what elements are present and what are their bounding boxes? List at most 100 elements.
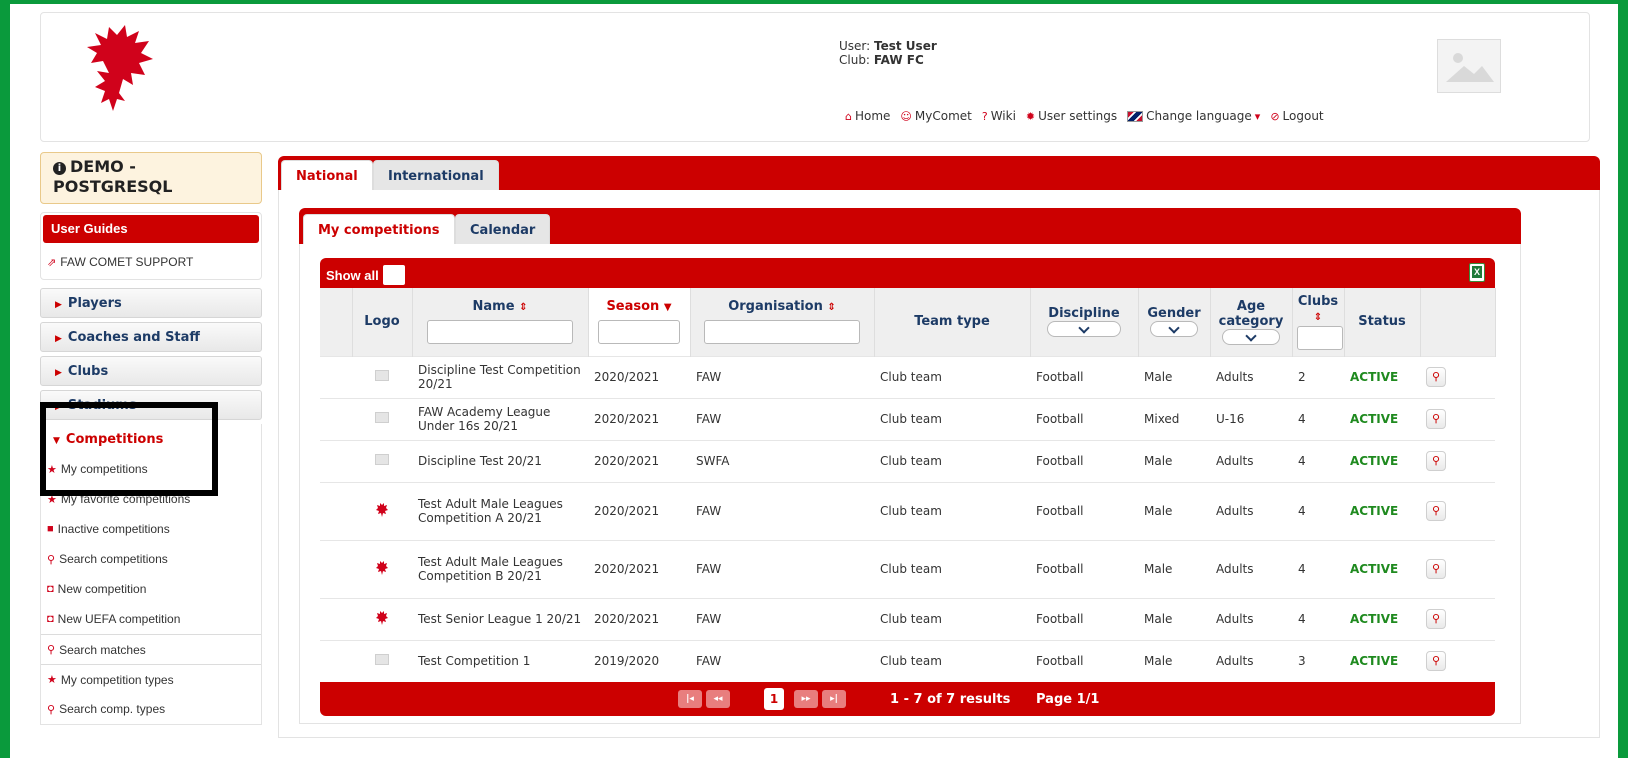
view-competition-button[interactable]: ⚲ bbox=[1426, 409, 1446, 429]
row-season: 2020/2021 bbox=[588, 439, 690, 482]
col-name[interactable]: Name ⇕ bbox=[412, 288, 589, 356]
gender-filter-select[interactable] bbox=[1150, 321, 1198, 338]
row-season: 2019/2020 bbox=[588, 639, 690, 682]
side-new-competition[interactable]: ◘ New competition bbox=[41, 574, 261, 604]
page-canvas: User: Test User Club: FAW FC ⌂ Home ☺ MyCo… bbox=[10, 4, 1618, 758]
competitions-section: ▼ Competitions ★ My competitions ★ My favor… bbox=[40, 424, 262, 725]
col-organisation[interactable]: Organisation ⇕ bbox=[690, 288, 875, 356]
clubs-filter-input[interactable] bbox=[1296, 325, 1343, 350]
row-clubs: 3 bbox=[1292, 639, 1344, 682]
competitions-table: Logo Name ⇕ Season ▼ Organisation ⇕ Team… bbox=[320, 288, 1496, 682]
table-row[interactable]: Test Competition 1 2019/2020 FAW Club team F… bbox=[320, 639, 1495, 682]
row-season: 2020/2021 bbox=[588, 355, 690, 398]
prev-page-button[interactable]: ◂◂ bbox=[706, 690, 730, 708]
tab-my-competitions[interactable]: My competitions bbox=[303, 214, 455, 244]
row-actions: ⚲ bbox=[1420, 439, 1495, 482]
row-age-category: Adults bbox=[1210, 639, 1292, 682]
row-age-category: Adults bbox=[1210, 597, 1292, 640]
tab-national[interactable]: National bbox=[281, 160, 373, 190]
view-competition-button[interactable]: ⚲ bbox=[1426, 559, 1446, 579]
row-clubs: 4 bbox=[1292, 539, 1344, 598]
competitions-grid: Show all Logo Name ⇕ Season ▼ bbox=[320, 258, 1496, 716]
side-my-competitions[interactable]: ★ My competitions bbox=[41, 454, 261, 484]
nav-mycomet[interactable]: ☺ MyComet bbox=[900, 109, 971, 123]
home-icon: ⌂ bbox=[845, 109, 852, 123]
view-competition-button[interactable]: ⚲ bbox=[1426, 501, 1446, 521]
menu-players[interactable]: ▶ Players bbox=[40, 288, 262, 318]
nav-logout[interactable]: ⊘ Logout bbox=[1270, 109, 1323, 123]
faw-dragon-logo-icon bbox=[376, 502, 388, 517]
season-filter-input[interactable] bbox=[598, 320, 680, 345]
col-status: Status bbox=[1344, 288, 1421, 356]
next-page-button[interactable]: ▸▸ bbox=[794, 690, 818, 708]
current-page-button[interactable]: 1 bbox=[764, 688, 784, 710]
row-name: Test Adult Male Leagues Competition A 20… bbox=[412, 481, 588, 540]
organisation-filter-input[interactable] bbox=[704, 320, 860, 345]
view-competition-button[interactable]: ⚲ bbox=[1426, 451, 1446, 471]
nav-change-language[interactable]: Change language ▾ bbox=[1127, 109, 1260, 123]
last-page-button[interactable]: ▸| bbox=[822, 690, 846, 708]
col-gender[interactable]: Gender bbox=[1138, 288, 1211, 356]
nav-user-settings[interactable]: ✹ User settings bbox=[1026, 109, 1117, 123]
table-row[interactable]: Test Adult Male Leagues Competition B 20… bbox=[320, 539, 1495, 598]
tab-international[interactable]: International bbox=[373, 160, 499, 190]
menu-clubs[interactable]: ▶ Clubs bbox=[40, 356, 262, 386]
side-my-competition-types[interactable]: ★ My competition types bbox=[41, 664, 261, 694]
page-indicator: Page 1/1 bbox=[1036, 692, 1100, 707]
col-discipline[interactable]: Discipline bbox=[1030, 288, 1139, 356]
row-organisation: FAW bbox=[690, 355, 874, 398]
row-gender: Male bbox=[1138, 439, 1210, 482]
user-guides-box: User Guides ⇗ FAW COMET SUPPORT bbox=[40, 212, 262, 280]
image-placeholder-icon bbox=[375, 654, 389, 666]
menu-competitions[interactable]: ▼ Competitions bbox=[41, 424, 261, 454]
row-logo bbox=[352, 439, 412, 482]
side-search-matches[interactable]: ⚲ Search matches bbox=[41, 634, 261, 664]
row-discipline: Football bbox=[1030, 481, 1138, 540]
col-age-category[interactable]: Age category bbox=[1210, 288, 1293, 356]
col-clubs[interactable]: Clubs ⇕ bbox=[1292, 288, 1345, 356]
age-filter-select[interactable] bbox=[1222, 328, 1280, 345]
new-document-icon: ◘ bbox=[47, 583, 54, 595]
excel-export-icon[interactable] bbox=[1469, 263, 1485, 282]
menu-stadiums[interactable]: ▶ Stadiums bbox=[40, 390, 262, 420]
side-inactive-competitions[interactable]: ■ Inactive competitions bbox=[41, 514, 261, 544]
nav-home[interactable]: ⌂ Home bbox=[845, 109, 890, 123]
logout-icon: ⊘ bbox=[1270, 109, 1280, 123]
row-logo bbox=[352, 597, 412, 640]
show-all-toggle[interactable]: Show all bbox=[326, 265, 405, 285]
row-team-type: Club team bbox=[874, 481, 1030, 540]
side-search-comp-types[interactable]: ⚲ Search comp. types bbox=[41, 694, 261, 724]
name-filter-input[interactable] bbox=[427, 320, 573, 345]
first-page-button[interactable]: |◂ bbox=[678, 690, 702, 708]
side-new-uefa-competition[interactable]: ◘ New UEFA competition bbox=[41, 604, 261, 634]
nav-wiki[interactable]: ? Wiki bbox=[982, 109, 1016, 123]
side-search-competitions[interactable]: ⚲ Search competitions bbox=[41, 544, 261, 574]
main-content: National International My competitions C… bbox=[278, 152, 1600, 738]
row-actions: ⚲ bbox=[1420, 481, 1495, 540]
col-team-type: Team type bbox=[874, 288, 1031, 356]
table-row[interactable]: FAW Academy League Under 16s 20/21 2020/2… bbox=[320, 397, 1495, 440]
show-all-checkbox[interactable] bbox=[382, 265, 405, 285]
row-age-category: Adults bbox=[1210, 439, 1292, 482]
table-row[interactable]: Discipline Test 20/21 2020/2021 SWFA Club t… bbox=[320, 439, 1495, 482]
view-competition-button[interactable]: ⚲ bbox=[1426, 651, 1446, 672]
row-logo bbox=[352, 397, 412, 440]
discipline-filter-select[interactable] bbox=[1047, 321, 1121, 338]
col-season[interactable]: Season ▼ bbox=[588, 288, 691, 356]
sidebar: i DEMO - POSTGRESQL User Guides ⇗ FAW COME… bbox=[40, 152, 262, 725]
table-row[interactable]: Test Adult Male Leagues Competition A 20… bbox=[320, 481, 1495, 540]
table-row[interactable]: Discipline Test Competition 20/21 2020/20… bbox=[320, 355, 1495, 398]
row-age-category: Adults bbox=[1210, 539, 1292, 598]
tab-calendar[interactable]: Calendar bbox=[455, 214, 551, 244]
row-discipline: Football bbox=[1030, 639, 1138, 682]
table-row[interactable]: Test Senior League 1 20/21 2020/2021 FAW Cl… bbox=[320, 597, 1495, 640]
row-logo bbox=[352, 639, 412, 682]
faw-comet-support-link[interactable]: ⇗ FAW COMET SUPPORT bbox=[41, 245, 261, 279]
menu-coaches-staff[interactable]: ▶ Coaches and Staff bbox=[40, 322, 262, 352]
view-competition-button[interactable]: ⚲ bbox=[1426, 367, 1446, 387]
side-favorite-competitions[interactable]: ★ My favorite competitions bbox=[41, 484, 261, 514]
row-discipline: Football bbox=[1030, 597, 1138, 640]
results-count: 1 - 7 of 7 results bbox=[890, 692, 1011, 707]
view-competition-button[interactable]: ⚲ bbox=[1426, 609, 1446, 629]
row-season: 2020/2021 bbox=[588, 597, 690, 640]
